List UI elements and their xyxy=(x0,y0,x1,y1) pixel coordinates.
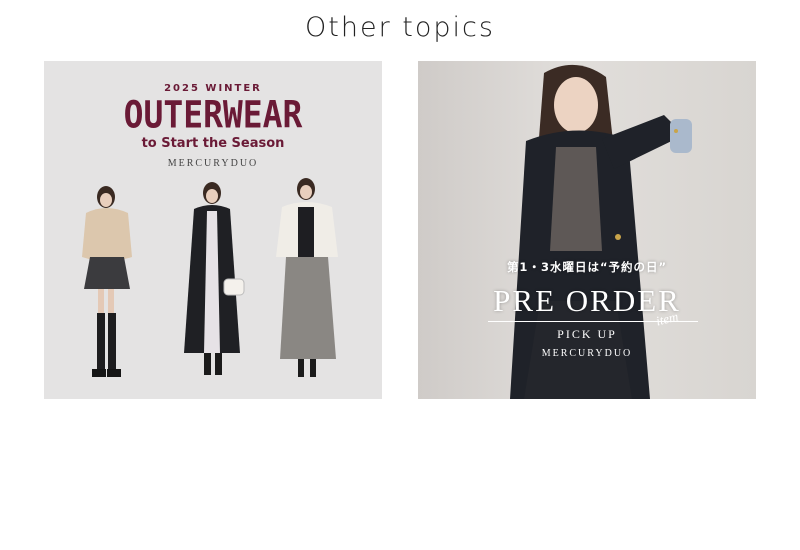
model-puffer-jacket xyxy=(276,178,338,377)
banner-subtitle: 第1・3水曜日は“予約の日” xyxy=(506,260,668,274)
banner-brand: MERCURYDUO xyxy=(541,348,633,359)
models-illustration xyxy=(82,178,338,377)
outerwear-banner-card[interactable]: 2025 WINTER OUTERWEAR to Start the Seaso… xyxy=(44,61,382,399)
preorder-banner-card[interactable]: 第1・3水曜日は“予約の日” PRE ORDER item PICK UP ME… xyxy=(418,61,756,399)
model-fur-jacket xyxy=(82,186,132,377)
model-long-coat xyxy=(184,182,245,375)
banner-pickup-label: PICK UP xyxy=(557,327,617,341)
banner-title: PRE ORDER xyxy=(493,283,681,318)
section-title: Other topics xyxy=(305,12,495,43)
